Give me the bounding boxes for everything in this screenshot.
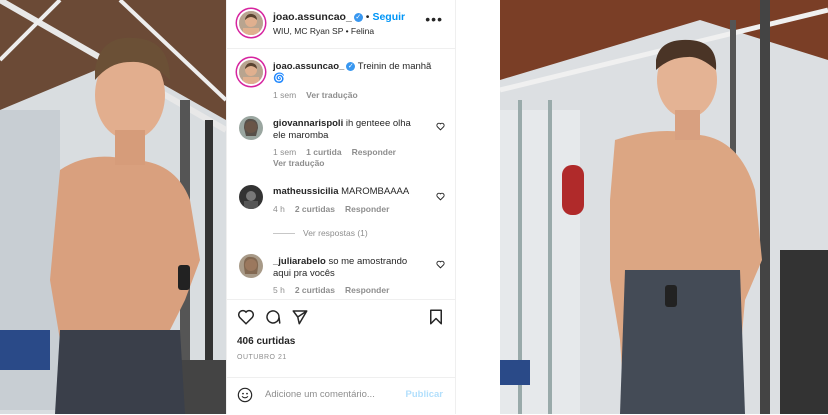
- comment-text-line2: aqui pra vocês: [273, 268, 335, 279]
- comment-input[interactable]: Adicione um comentário...: [265, 389, 375, 400]
- reply-button[interactable]: Responder: [345, 204, 389, 214]
- comment-2: matheussicilia MAROMBAAAA: [273, 186, 409, 198]
- post-date: OUTUBRO 21: [237, 354, 287, 361]
- caption-emoji: 🌀: [273, 73, 285, 84]
- caption: joao.assuncao_ ✓ Treinin de manhã 🌀: [273, 61, 431, 85]
- comment-time: 4 h: [273, 204, 285, 214]
- comment-bubble-icon[interactable]: [264, 308, 282, 326]
- comment-username[interactable]: matheussicilia: [273, 186, 338, 197]
- comments-divider: [227, 299, 455, 300]
- comment-username[interactable]: _juliarabelo: [273, 256, 326, 267]
- like-comment-heart-icon[interactable]: [436, 192, 445, 201]
- comment-avatar[interactable]: [239, 116, 263, 140]
- like-comment-heart-icon[interactable]: [436, 260, 445, 269]
- save-bookmark-icon[interactable]: [427, 308, 445, 326]
- publish-button[interactable]: Publicar: [406, 389, 444, 400]
- comment-avatar[interactable]: [239, 185, 263, 209]
- post-header-line: joao.assuncao_ ✓ • Seguir: [273, 11, 405, 23]
- comment-meta: 1 sem 1 curtida Responder: [273, 147, 406, 157]
- comment-username[interactable]: giovannarispoli: [273, 118, 343, 129]
- view-replies-link[interactable]: Ver respostas (1): [273, 228, 368, 238]
- emoji-icon[interactable]: [237, 387, 253, 403]
- instagram-post-panel: joao.assuncao_ ✓ • Seguir WIU, MC Ryan SP •…: [226, 0, 456, 414]
- post-photo-left: [0, 0, 226, 414]
- verified-badge-icon: ✓: [353, 12, 363, 22]
- comment-text: ih genteee olha: [345, 118, 411, 129]
- comment-like-count[interactable]: 2 curtidas: [295, 285, 335, 295]
- share-send-icon[interactable]: [291, 308, 309, 326]
- replies-line: [273, 233, 295, 235]
- view-replies-label[interactable]: Ver respostas (1): [303, 228, 368, 238]
- comment-translate-link[interactable]: Ver tradução: [273, 158, 325, 168]
- reply-button[interactable]: Responder: [345, 285, 389, 295]
- audio-subtitle[interactable]: WIU, MC Ryan SP • Felina: [273, 26, 374, 36]
- comment-text: MAROMBAAAA: [341, 186, 410, 197]
- comment-text-line2: ele maromba: [273, 130, 329, 141]
- add-comment-bar: Adicione um comentário... Publicar: [227, 377, 455, 415]
- comment-time: 5 h: [273, 285, 285, 295]
- follow-button[interactable]: Seguir: [372, 11, 405, 23]
- comment-1: giovannarispoli ih genteee olha ele maro…: [273, 118, 411, 142]
- caption-text: Treinin de manhã: [357, 61, 432, 72]
- comment-like-count[interactable]: 1 curtida: [306, 147, 341, 157]
- author-avatar[interactable]: [239, 11, 263, 35]
- comment-3: _juliarabelo so me amostrando aqui pra v…: [273, 256, 407, 280]
- caption-username[interactable]: joao.assuncao_: [273, 61, 344, 72]
- comment-translate: Ver tradução: [273, 158, 335, 168]
- caption-time: 1 sem: [273, 90, 297, 100]
- separator-dot: •: [365, 11, 370, 23]
- comment-like-count[interactable]: 2 curtidas: [295, 204, 335, 214]
- comment-meta: 4 h 2 curtidas Responder: [273, 204, 399, 214]
- comment-time: 1 sem: [273, 147, 297, 157]
- more-options-icon[interactable]: •••: [425, 11, 443, 27]
- action-bar: [237, 308, 447, 328]
- comment-avatar[interactable]: [239, 254, 263, 278]
- like-heart-icon[interactable]: [237, 308, 255, 326]
- verified-badge-icon: ✓: [346, 61, 356, 71]
- header-divider: [227, 48, 455, 49]
- likes-count[interactable]: 406 curtidas: [237, 336, 295, 347]
- author-username[interactable]: joao.assuncao_: [273, 11, 352, 23]
- comment-text: so me amostrando: [328, 256, 408, 267]
- caption-avatar[interactable]: [239, 60, 263, 84]
- gutter: [456, 0, 500, 414]
- comment-meta: 5 h 2 curtidas Responder: [273, 285, 399, 295]
- caption-meta: 1 sem Ver tradução: [273, 90, 368, 100]
- reply-button[interactable]: Responder: [352, 147, 396, 157]
- post-photo-right: [500, 0, 828, 414]
- caption-translate-link[interactable]: Ver tradução: [306, 90, 358, 100]
- like-comment-heart-icon[interactable]: [436, 122, 445, 131]
